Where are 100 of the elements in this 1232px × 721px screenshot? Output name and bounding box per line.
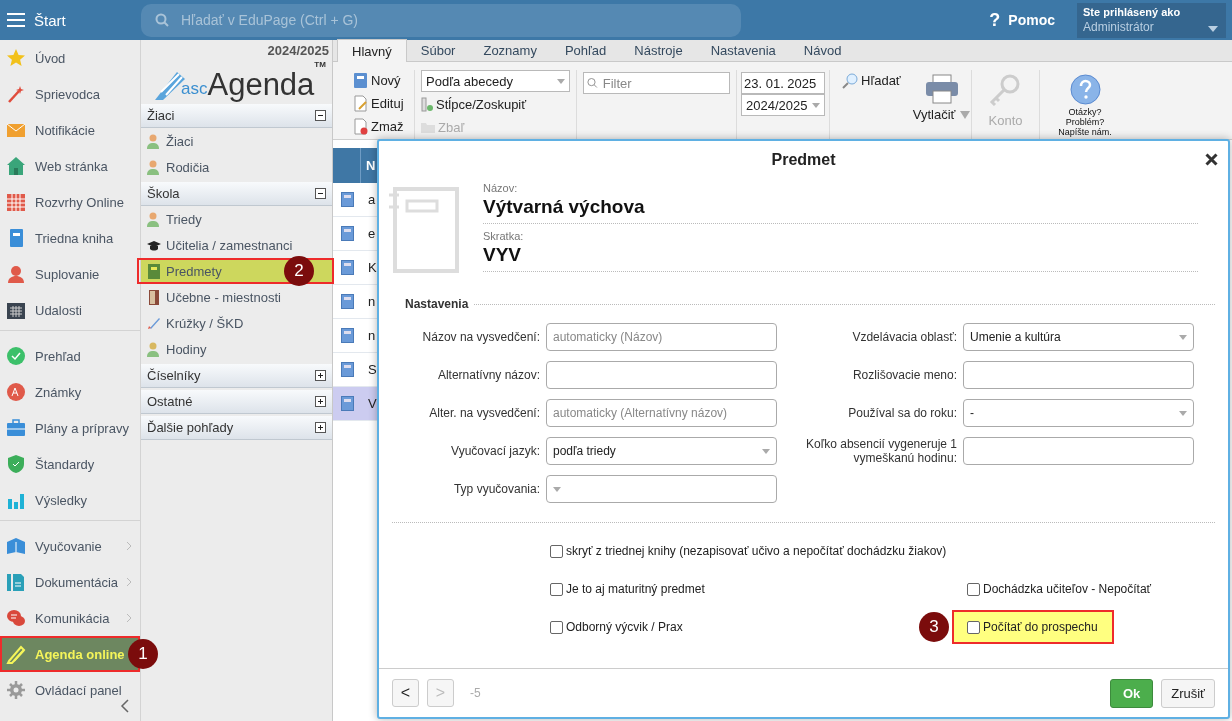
sidebar-item[interactable]: Suplovanie <box>0 256 140 292</box>
input-field[interactable] <box>546 361 777 389</box>
search-field[interactable]: Hľadať v EduPage (Ctrl + G) <box>141 3 741 37</box>
check-circle-icon <box>6 346 26 366</box>
start-menu-button[interactable]: Štart <box>0 11 141 29</box>
chat-icon <box>6 608 26 628</box>
sidebar-item[interactable]: Plány a prípravy <box>0 410 140 446</box>
sidebar-item[interactable]: Ovládací panel <box>0 672 140 708</box>
checkbox[interactable]: Počítať do prospechu <box>952 610 1114 644</box>
search-input[interactable]: Hľadať v EduPage (Ctrl + G) <box>179 11 741 29</box>
tree-section-header[interactable]: Škola <box>141 182 332 206</box>
gear-icon <box>6 680 26 700</box>
sidebar-item[interactable]: Web stránka <box>0 148 140 184</box>
input-field[interactable]: automaticky (Názov) <box>546 323 777 351</box>
dropdown-caret-icon <box>1179 334 1187 340</box>
field-label: Názov na vysvedčení: <box>422 330 540 344</box>
dropdown-caret-icon <box>1208 25 1218 32</box>
book-icon <box>341 362 354 377</box>
help-link[interactable]: ? Pomoc <box>989 9 1055 31</box>
checkbox[interactable]: skryť z triednej knihy (nezapisovať učivo a nepočítať dochádzku žiakov) <box>546 544 947 558</box>
tree-section-header[interactable]: Ďalšie pohľady <box>141 416 332 440</box>
sidebar-item[interactable]: Udalosti <box>0 292 140 328</box>
previous-button[interactable]: < <box>392 679 419 707</box>
checkbox[interactable]: Je to aj maturitný predmet <box>546 582 705 596</box>
columns-button[interactable]: Stĺpce/Zoskupiť <box>421 94 570 115</box>
tree-section-header[interactable]: Číselníky <box>141 364 332 388</box>
sidebar-item[interactable]: Komunikácia <box>0 600 140 636</box>
tree-section-header[interactable]: Ostatné <box>141 390 332 414</box>
tree-item[interactable]: Žiaci <box>141 128 334 154</box>
dropdown-caret-icon <box>812 102 820 108</box>
print-button[interactable]: Vytlačiť <box>912 74 971 122</box>
grade-circle-icon <box>6 382 26 402</box>
sidebar-item[interactable]: Notifikácie <box>0 112 140 148</box>
field-label: Rozlišovacie meno: <box>852 368 957 382</box>
help-question-icon[interactable] <box>1069 74 1101 105</box>
dropdown-caret-icon <box>1179 410 1187 416</box>
select-field[interactable]: - <box>963 399 1194 427</box>
input-field[interactable] <box>963 361 1194 389</box>
record-offset: -5 <box>470 686 481 700</box>
briefcase-icon <box>6 418 26 438</box>
ribbon-tab[interactable]: Súbor <box>406 39 470 61</box>
search-icon <box>155 13 169 27</box>
book-icon <box>6 536 26 556</box>
checkbox[interactable]: Odborný výcvik / Prax <box>546 620 683 634</box>
year-select[interactable]: 2024/2025 <box>741 94 825 116</box>
sidebar-item[interactable]: Vyučovanie <box>0 528 140 564</box>
book-icon <box>341 260 354 275</box>
ribbon-tab[interactable]: Nástroje <box>620 39 697 61</box>
tree-item[interactable]: Učebne - miestnosti <box>141 284 334 310</box>
input-field[interactable] <box>963 437 1194 465</box>
sidebar-item[interactable]: Triedna kniha <box>0 220 140 256</box>
sidebar-item[interactable]: Rozvrhy Online <box>0 184 140 220</box>
ribbon-tab[interactable]: Nastavenia <box>696 39 790 61</box>
subject-name[interactable]: Výtvarná výchova <box>483 194 1198 224</box>
tree-item[interactable]: Hodiny <box>141 336 334 362</box>
step-number-badge: 2 <box>284 256 314 286</box>
ribbon-button[interactable]: Edituj <box>353 93 408 114</box>
minus-box-icon <box>315 188 326 199</box>
tree-item[interactable]: Triedy <box>141 206 334 232</box>
filter-field[interactable]: Filter <box>583 72 730 94</box>
ribbon-tab[interactable]: Návod <box>789 39 856 61</box>
ribbon-button[interactable]: Nový <box>353 70 408 91</box>
input-field[interactable]: automaticky (Alternatívny názov) <box>546 399 777 427</box>
sidebar-item[interactable]: Dokumentácia <box>0 564 140 600</box>
select-field[interactable] <box>546 475 777 503</box>
sidebar-item[interactable]: Sprievodca <box>0 76 140 112</box>
tree-section-header[interactable]: Žiaci <box>141 104 332 128</box>
date-field[interactable]: 23. 01. 2025 <box>741 72 825 94</box>
user-account-menu[interactable]: Ste prihlásený ako Administrátor <box>1077 2 1226 38</box>
select-field[interactable]: Umenie a kultúra <box>963 323 1194 351</box>
filter-input[interactable]: Filter <box>600 74 726 92</box>
sidebar-item[interactable]: Štandardy <box>0 446 140 482</box>
book-icon <box>341 294 354 309</box>
ribbon-button[interactable]: Zmaž <box>353 116 408 137</box>
help-contact-text[interactable]: Otázky? Problém? Napíšte nám. <box>1058 107 1112 137</box>
sidebar-item[interactable]: Známky <box>0 374 140 410</box>
magnifier-icon <box>842 72 858 89</box>
app-logo: ascAgenda TM <box>141 58 332 102</box>
tree-item[interactable]: Krúžky / ŠKD <box>141 310 334 336</box>
tree-item[interactable]: Rodičia <box>141 154 334 180</box>
checkbox[interactable]: Dochádzka učiteľov - Nepočítať <box>963 582 1152 596</box>
edit-document-icon <box>353 95 368 112</box>
sidebar-item[interactable]: Prehľad <box>0 338 140 374</box>
collapse-chevron-icon[interactable] <box>120 699 129 713</box>
new-document-icon <box>353 72 368 89</box>
school-year: 2024/2025 <box>267 42 330 58</box>
cancel-button[interactable]: Zrušiť <box>1161 678 1215 708</box>
subject-abbreviation[interactable]: VYV <box>483 242 1198 272</box>
ribbon-tab[interactable]: Pohľad <box>550 39 621 61</box>
ribbon-tab[interactable]: Hlavný <box>337 39 407 62</box>
delete-document-icon <box>353 118 368 135</box>
sidebar-item[interactable]: Výsledky <box>0 482 140 518</box>
search-button[interactable]: Hľadať <box>842 70 901 91</box>
close-icon[interactable] <box>1205 153 1218 166</box>
person-icon <box>6 264 26 284</box>
select-field[interactable]: podľa triedy <box>546 437 777 465</box>
ribbon-tab[interactable]: Zoznamy <box>469 39 551 61</box>
tree-item[interactable]: Učitelia / zamestnanci <box>141 232 334 258</box>
sidebar-item[interactable]: Úvod <box>0 40 140 76</box>
sort-select[interactable]: Podľa abecedy <box>421 70 570 92</box>
